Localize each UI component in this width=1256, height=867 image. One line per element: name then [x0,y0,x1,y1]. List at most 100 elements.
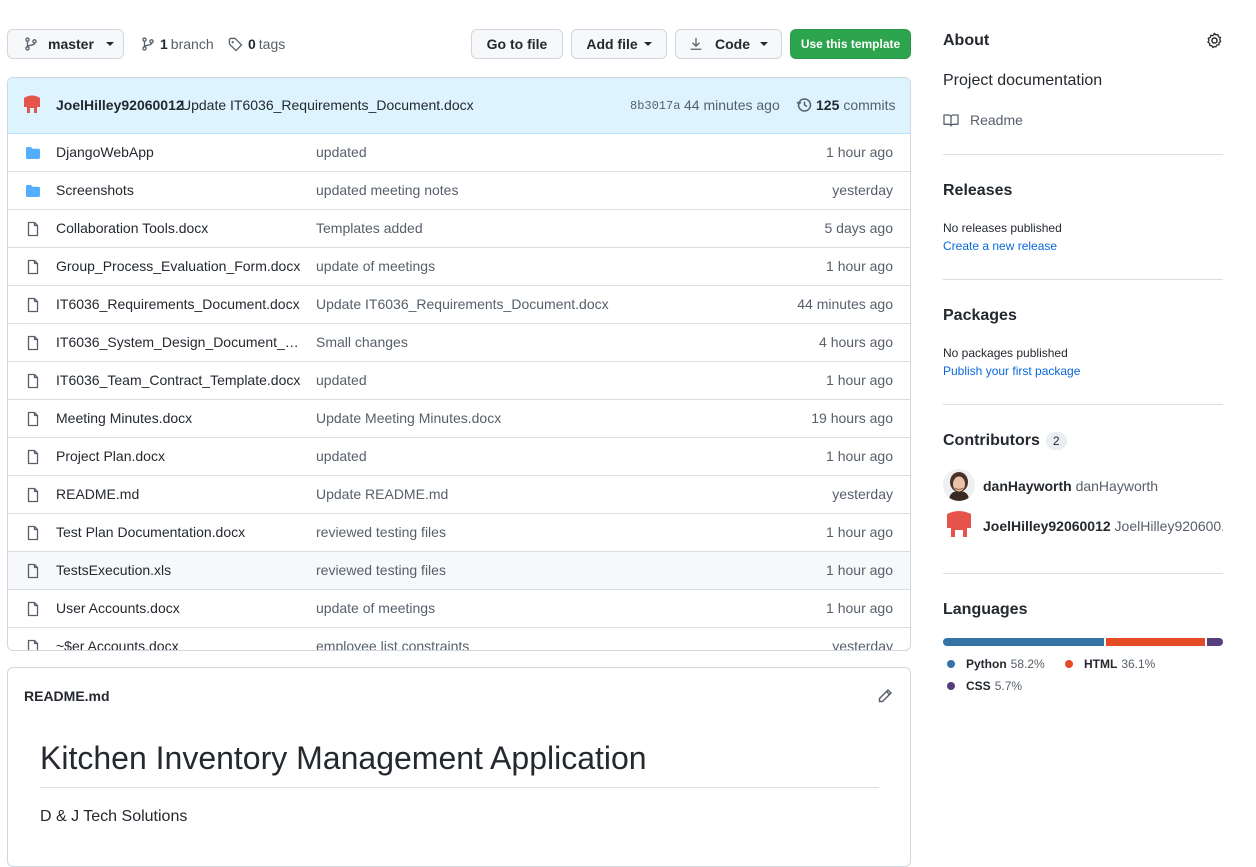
file-age: 1 hour ago [826,144,893,160]
contributor-login[interactable]: JoelHilley92060012 [983,518,1111,534]
file-name[interactable]: IT6036_Requirements_Document.docx [56,296,306,312]
file-commit-message[interactable]: reviewed testing files [316,562,446,578]
file-row[interactable]: Meeting Minutes.docx Update Meeting Minut… [8,399,910,437]
history-icon [796,98,812,112]
pencil-icon[interactable] [877,688,893,704]
create-release-link[interactable]: Create a new release [943,239,1057,253]
avatar[interactable] [943,469,975,501]
file-name[interactable]: Meeting Minutes.docx [56,410,306,426]
file-row[interactable]: Screenshots updated meeting notes yesterda… [8,171,910,209]
add-file-button[interactable]: Add file [571,29,667,59]
file-row[interactable]: User Accounts.docx update of meetings 1 ho… [8,589,910,627]
file-row[interactable]: TestsExecution.xls reviewed testing files… [8,551,910,589]
language-item[interactable]: CSS 5.7% [947,679,1022,693]
commit-message[interactable]: Update IT6036_Requirements_Document.docx [181,97,474,113]
file-name[interactable]: TestsExecution.xls [56,562,306,578]
file-icon [25,335,41,351]
branches-link[interactable]: 1 branch [141,36,214,52]
branch-select-button[interactable]: master [7,29,124,59]
publish-package-link[interactable]: Publish your first package [943,364,1080,378]
file-age: 19 hours ago [811,410,893,426]
gear-icon[interactable] [1206,32,1223,49]
about-title: About [943,32,990,49]
code-button[interactable]: Code [675,29,782,59]
file-name[interactable]: User Accounts.docx [56,600,306,616]
contributor-login[interactable]: danHayworth [983,478,1072,494]
file-name[interactable]: IT6036_System_Design_Document___T... [56,334,306,350]
file-row[interactable]: Test Plan Documentation.docx reviewed tes… [8,513,910,551]
contributor-item[interactable]: danHayworth danHayworth [983,478,1158,494]
file-name[interactable]: README.md [56,486,306,502]
file-commit-message[interactable]: reviewed testing files [316,524,446,540]
file-row[interactable]: Group_Process_Evaluation_Form.docx update… [8,247,910,285]
file-commit-message[interactable]: Templates added [316,220,423,236]
file-commit-message[interactable]: updated meeting notes [316,182,458,198]
go-to-file-button[interactable]: Go to file [471,29,563,59]
latest-commit-bar: JoelHilley92060012 Update IT6036_Require… [8,78,910,134]
language-bar-segment [1105,638,1206,646]
contributors-count-badge: 2 [1045,432,1067,450]
commit-sha[interactable]: 8b3017a [630,99,680,113]
file-age: 44 minutes ago [797,296,893,312]
commits-link[interactable]: 125 commits [796,97,895,113]
commits-label: commits [843,97,896,113]
file-name[interactable]: Project Plan.docx [56,448,306,464]
readme-heading-divider [40,787,879,788]
contributor-item[interactable]: JoelHilley92060012 JoelHilley920600... [983,518,1223,534]
file-commit-message[interactable]: Update README.md [316,486,448,502]
file-commit-message[interactable]: employee list constraints [316,638,469,650]
divider [943,404,1223,405]
readme-link[interactable]: Readme [943,112,1023,128]
readme-filename[interactable]: README.md [24,688,110,704]
file-name[interactable]: ~$er Accounts.docx [56,638,306,650]
file-name[interactable]: Test Plan Documentation.docx [56,524,306,540]
file-name[interactable]: Group_Process_Evaluation_Form.docx [56,258,306,274]
file-commit-message[interactable]: updated [316,372,367,388]
file-name[interactable]: IT6036_Team_Contract_Template.docx [56,372,306,388]
file-commit-message[interactable]: update of meetings [316,258,435,274]
languages-title: Languages [943,601,1028,618]
file-row[interactable]: Collaboration Tools.docx Templates added 5… [8,209,910,247]
readme-panel: README.md Kitchen Inventory Management A… [7,667,911,867]
language-item[interactable]: Python 58.2% [947,657,1045,671]
file-icon [25,411,41,427]
code-label: Code [715,36,750,52]
branches-count: 1 [160,36,168,52]
file-row[interactable]: Project Plan.docx updated 1 hour ago [8,437,910,475]
file-row[interactable]: README.md Update README.md yesterday [8,475,910,513]
file-row[interactable]: IT6036_Team_Contract_Template.docx update… [8,361,910,399]
file-row[interactable]: DjangoWebApp updated 1 hour ago [8,134,910,171]
file-commit-message[interactable]: updated [316,144,367,160]
releases-title[interactable]: Releases [943,182,1012,200]
language-item[interactable]: HTML 36.1% [1065,657,1155,671]
commit-author[interactable]: JoelHilley92060012 [56,97,184,113]
folder-icon [25,183,41,199]
packages-title[interactable]: Packages [943,307,1017,325]
file-row[interactable]: IT6036_System_Design_Document___T... Smal… [8,323,910,361]
file-name[interactable]: DjangoWebApp [56,144,306,160]
divider [943,279,1223,280]
file-commit-message[interactable]: updated [316,448,367,464]
language-name: HTML [1084,657,1118,671]
download-icon [690,37,702,50]
file-commit-message[interactable]: Update IT6036_Requirements_Document.docx [316,296,609,312]
file-age: 4 hours ago [819,334,893,350]
use-template-button[interactable]: Use this template [790,29,911,59]
file-commit-message[interactable]: Update Meeting Minutes.docx [316,410,501,426]
book-icon [943,114,959,127]
file-commit-message[interactable]: Small changes [316,334,408,350]
avatar[interactable] [943,509,975,541]
file-name[interactable]: Collaboration Tools.docx [56,220,306,236]
file-row[interactable]: ~$er Accounts.docx employee list constrai… [8,627,910,650]
file-row[interactable]: IT6036_Requirements_Document.docx Update … [8,285,910,323]
git-branch-icon [142,37,154,51]
avatar[interactable] [21,94,43,116]
language-color-dot [947,660,955,668]
file-name[interactable]: Screenshots [56,182,306,198]
contributors-title[interactable]: Contributors 2 [943,432,1067,450]
language-bar-segment [943,638,1104,646]
divider [943,154,1223,155]
divider [943,573,1223,574]
tags-link[interactable]: 0 tags [228,36,285,52]
file-commit-message[interactable]: update of meetings [316,600,435,616]
